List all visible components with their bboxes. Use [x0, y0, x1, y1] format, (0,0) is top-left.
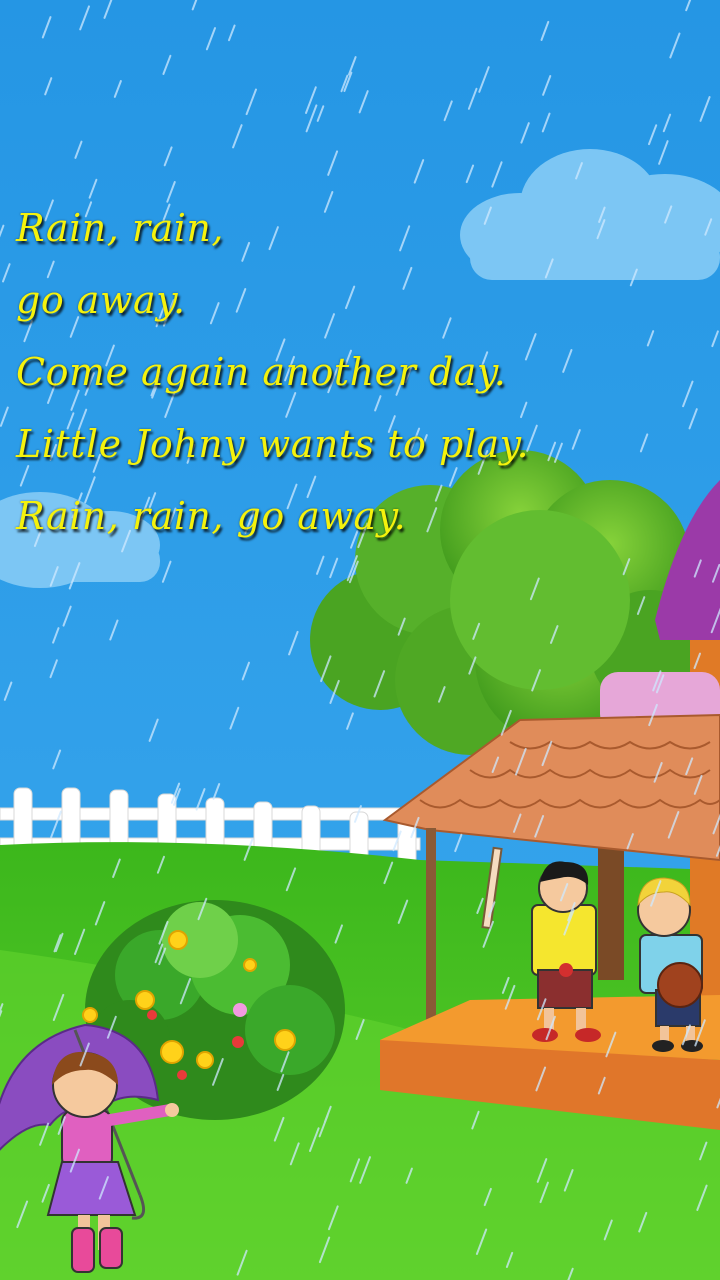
nursery-rhyme-scene: Rain, rain, go away. Come again another … [0, 0, 720, 1280]
lyric-line-4: Little Johny wants to play. [16, 422, 530, 466]
lyrics-block: Rain, rain, go away. Come again another … [16, 192, 656, 552]
lyric-line-5: Rain, rain, go away. [16, 494, 407, 538]
lyric-line-1: Rain, rain, [16, 206, 224, 250]
lyric-line-2: go away. [16, 278, 186, 322]
lyric-line-3: Come again another day. [16, 350, 507, 394]
